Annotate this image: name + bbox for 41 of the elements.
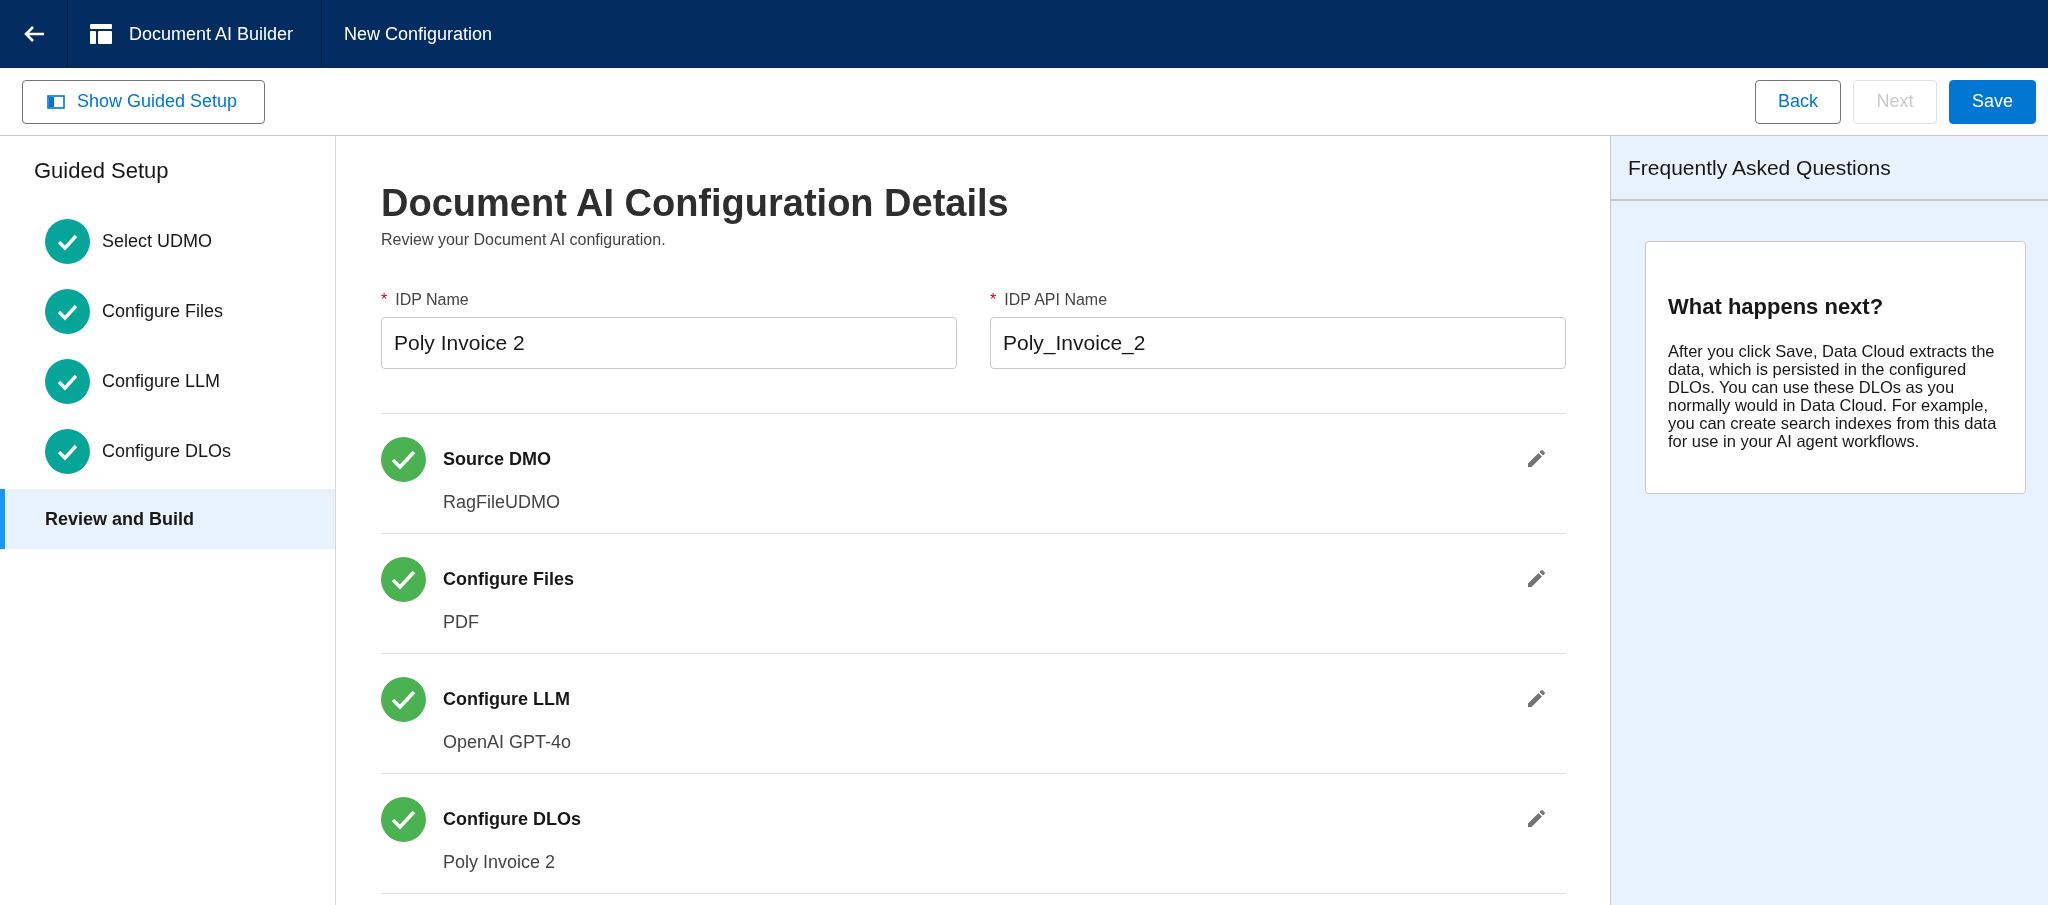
section-title: Source DMO [443, 449, 553, 470]
edit-button[interactable] [1526, 567, 1548, 589]
guided-setup-step[interactable]: Select UDMO [0, 206, 335, 276]
page-title: New Configuration [343, 23, 493, 45]
card-text: After you click Save, Data Cloud extracts the data, which is persisted in the configured DLOs. You can use these DLOs as you normally would in Data Cloud. For example, you can create search indexes from this data for use in your AI agent workflows. [1668, 342, 1998, 450]
section-value: OpenAI GPT-4o [443, 732, 573, 753]
faq-title: Frequently Asked Questions [1628, 155, 1891, 180]
section-title: Configure LLM [443, 689, 571, 710]
guided-setup-step[interactable]: Configure LLM [0, 346, 335, 416]
page-heading: Document AI Configuration Details [381, 182, 1010, 225]
text-input-field[interactable]: Poly_Invoice_2 [990, 317, 1566, 369]
required-marker: * [990, 291, 997, 309]
field-label: IDP Name [395, 291, 469, 309]
page-subtitle: Review your Document AI configuration. [381, 231, 667, 249]
app-title: Document AI Builder [129, 23, 294, 45]
pencil-icon [1526, 807, 1548, 829]
section-value: RagFileUDMO [443, 492, 562, 513]
layout-icon [90, 24, 112, 44]
pencil-icon [1526, 447, 1548, 469]
pencil-icon [1526, 687, 1548, 709]
required-marker: * [381, 291, 388, 309]
text-input-field[interactable]: Poly Invoice 2 [381, 317, 957, 369]
guided-setup-step[interactable]: Configure Files [0, 276, 335, 346]
back-arrow-icon [22, 25, 45, 43]
card-title: What happens next? [1668, 294, 1885, 320]
section-value: PDF [443, 612, 480, 633]
action-button[interactable]: Back [1754, 79, 1841, 124]
field-label: IDP API Name [1004, 291, 1108, 309]
section-title: Configure Files [443, 569, 575, 590]
section-value: Poly Invoice 2 [443, 852, 557, 873]
edit-button[interactable] [1526, 447, 1548, 469]
guided-setup-step[interactable]: Review and Build [0, 489, 335, 549]
guided-setup-step[interactable]: Configure DLOs [0, 416, 335, 486]
action-button[interactable]: Save [1948, 79, 2036, 124]
edit-button[interactable] [1526, 687, 1548, 709]
section-title: Configure DLOs [443, 809, 582, 830]
edit-button[interactable] [1526, 807, 1548, 829]
panel-icon [47, 94, 65, 109]
pencil-icon [1526, 567, 1548, 589]
show-guided-setup-button[interactable]: Show Guided Setup [22, 79, 265, 124]
sidebar-title: Guided Setup [33, 157, 170, 185]
